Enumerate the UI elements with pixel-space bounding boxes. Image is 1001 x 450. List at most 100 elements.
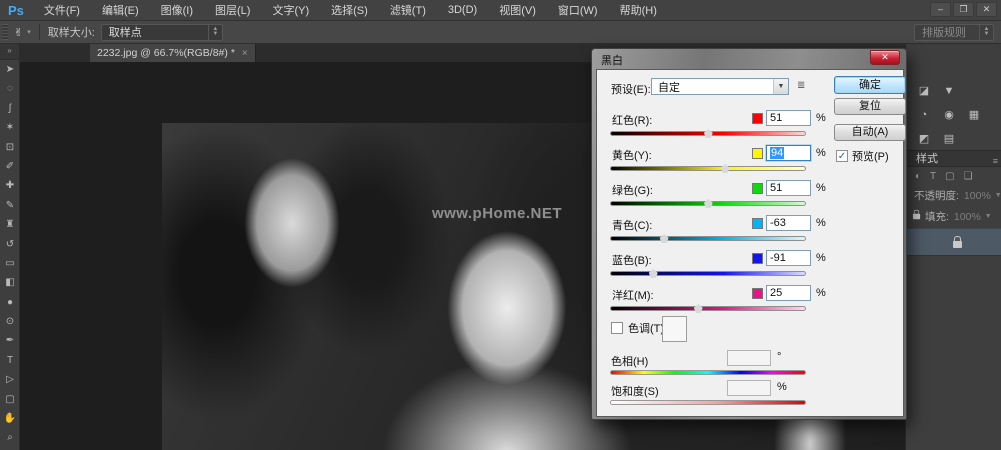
fill-value[interactable]: 100% (954, 211, 981, 223)
stepper-icon: ▲▼ (208, 25, 222, 40)
channel-slider-track[interactable] (610, 236, 806, 241)
adjustment-filter-icon[interactable]: ◐ (915, 171, 921, 182)
menu-3d[interactable]: 3D(D) (437, 1, 488, 19)
channel-row: 绿色(G): 51 % (610, 180, 828, 215)
toolbar-collapse-icon[interactable]: » (0, 44, 19, 60)
pen-tool[interactable]: ✒ (0, 331, 20, 350)
minimize-button[interactable]: – (930, 2, 951, 17)
type-tool[interactable]: T (0, 351, 20, 370)
threshold-icon[interactable]: ▼ (940, 84, 958, 99)
channel-slider-track[interactable] (610, 306, 806, 311)
channel-value-input[interactable]: 51 (766, 110, 811, 126)
channel-slider-track[interactable] (610, 166, 806, 171)
channel-color-swatch (752, 253, 763, 264)
menu-image[interactable]: 图像(I) (150, 0, 204, 21)
auto-button[interactable]: 自动(A) (834, 124, 906, 141)
channel-value-input[interactable]: 94 (766, 145, 811, 161)
smart-object-filter-icon[interactable]: ❏ (964, 171, 973, 182)
posterize-icon[interactable]: ▦ (965, 108, 983, 123)
menu-window[interactable]: 窗口(W) (547, 0, 609, 21)
zoom-tool[interactable]: ⌕ (0, 428, 20, 447)
shape-tool[interactable]: ▢ (0, 390, 20, 409)
black-white-dialog: 黑白 ✕ 预设(E): 自定 ▼ ≣ 确定 复位 自动(A) ✓ 预览(P) 红… (591, 48, 907, 420)
menu-select[interactable]: 选择(S) (320, 0, 379, 21)
background-layer-row[interactable] (906, 228, 1001, 256)
dodge-tool[interactable]: ⊙ (0, 312, 20, 331)
crop-tool[interactable]: ⊡ (0, 138, 20, 157)
hand-tool[interactable]: ✋ (0, 409, 20, 428)
menu-filter[interactable]: 滤镜(T) (379, 0, 437, 21)
channel-unit: % (816, 147, 826, 159)
channel-unit: % (816, 112, 826, 124)
channel-slider-thumb[interactable] (704, 199, 713, 208)
quick-selection-tool[interactable]: ✶ (0, 118, 20, 137)
channel-value-input[interactable]: 51 (766, 180, 811, 196)
chevron-down-icon[interactable]: ▼ (995, 192, 1001, 199)
hue-gradient-bar[interactable] (610, 370, 806, 375)
preset-dropdown[interactable]: 自定 ▼ (651, 78, 789, 95)
gradient-map-icon[interactable]: ◩ (915, 132, 933, 147)
channel-row: 青色(C): -63 % (610, 215, 828, 250)
close-window-button[interactable]: ✕ (976, 2, 997, 17)
path-selection-tool[interactable]: ▷ (0, 370, 20, 389)
ok-button[interactable]: 确定 (834, 76, 906, 94)
menu-type[interactable]: 文字(Y) (261, 0, 320, 21)
spot-healing-tool[interactable]: ✚ (0, 176, 20, 195)
marquee-tool[interactable]: ◌ (0, 79, 20, 98)
panel-menu-icon[interactable]: ≡ (993, 153, 998, 169)
opacity-value[interactable]: 100% (964, 190, 991, 202)
preview-checkbox[interactable]: ✓ (836, 150, 848, 162)
menu-edit[interactable]: 编辑(E) (91, 0, 150, 21)
preset-options-icon[interactable]: ≣ (797, 80, 805, 91)
reset-button[interactable]: 复位 (834, 98, 906, 115)
clone-stamp-tool[interactable]: ♜ (0, 215, 20, 234)
menu-help[interactable]: 帮助(H) (609, 0, 668, 21)
channel-slider-track[interactable] (610, 201, 806, 206)
sample-size-dropdown[interactable]: 取样点 ▲▼ (101, 24, 223, 41)
levels-icon[interactable]: ◪ (915, 84, 933, 99)
dialog-close-button[interactable]: ✕ (870, 50, 900, 65)
move-tool[interactable]: ➤ (0, 60, 20, 79)
channel-row: 蓝色(B): -91 % (610, 250, 828, 285)
tint-checkbox[interactable] (611, 322, 623, 334)
blur-tool[interactable]: ● (0, 293, 20, 312)
type-filter-icon[interactable]: T (930, 171, 936, 182)
brush-tool[interactable]: ✎ (0, 196, 20, 215)
gradient-tool[interactable]: ◧ (0, 273, 20, 292)
channel-slider-track[interactable] (610, 131, 806, 136)
saturation-gradient-bar[interactable] (610, 400, 806, 405)
chevron-down-icon[interactable]: ▼ (985, 213, 992, 220)
channel-slider-thumb[interactable] (649, 269, 658, 278)
curves-icon[interactable]: ◔ (915, 108, 933, 123)
history-brush-tool[interactable]: ↺ (0, 235, 20, 254)
lasso-tool[interactable]: ʃ (0, 99, 20, 118)
adjustments-row: ◔ ◉ ▦ (906, 108, 983, 123)
tint-color-swatch[interactable] (662, 316, 687, 342)
document-tab[interactable]: 2232.jpg @ 66.7%(RGB/8#) * × (90, 44, 256, 62)
tool-preset-picker[interactable]: ✌ ▾ (14, 26, 31, 39)
menu-layer[interactable]: 图层(L) (204, 0, 261, 21)
shape-filter-icon[interactable]: ▢ (945, 171, 954, 182)
saturation-input[interactable] (727, 380, 771, 396)
menu-items: 文件(F)编辑(E)图像(I)图层(L)文字(Y)选择(S)滤镜(T)3D(D)… (33, 0, 668, 21)
styles-panel-tab[interactable]: 样式 ≡ (906, 150, 1001, 167)
channel-value-input[interactable]: -63 (766, 215, 811, 231)
hue-saturation-icon[interactable]: ◉ (940, 108, 958, 123)
channel-slider-thumb[interactable] (704, 129, 713, 138)
tab-close-icon[interactable]: × (242, 48, 248, 59)
channel-value-input[interactable]: 25 (766, 285, 811, 301)
menu-file[interactable]: 文件(F) (33, 0, 91, 21)
menu-view[interactable]: 视图(V) (488, 0, 547, 21)
restore-button[interactable]: ❐ (953, 2, 974, 17)
channel-slider-thumb[interactable] (721, 164, 730, 173)
workspace-dropdown[interactable]: 排版规则 ▲▼ (914, 24, 994, 41)
eyedropper-tool[interactable]: ✐ (0, 157, 20, 176)
eraser-tool[interactable]: ▭ (0, 254, 20, 273)
channel-slider-thumb[interactable] (660, 234, 669, 243)
channel-slider-thumb[interactable] (694, 304, 703, 313)
fill-label: 填充: (925, 209, 949, 224)
gradient-fill-icon[interactable]: ▤ (940, 132, 958, 147)
channel-value-input[interactable]: -91 (766, 250, 811, 266)
channel-slider-track[interactable] (610, 271, 806, 276)
hue-input[interactable] (727, 350, 771, 366)
